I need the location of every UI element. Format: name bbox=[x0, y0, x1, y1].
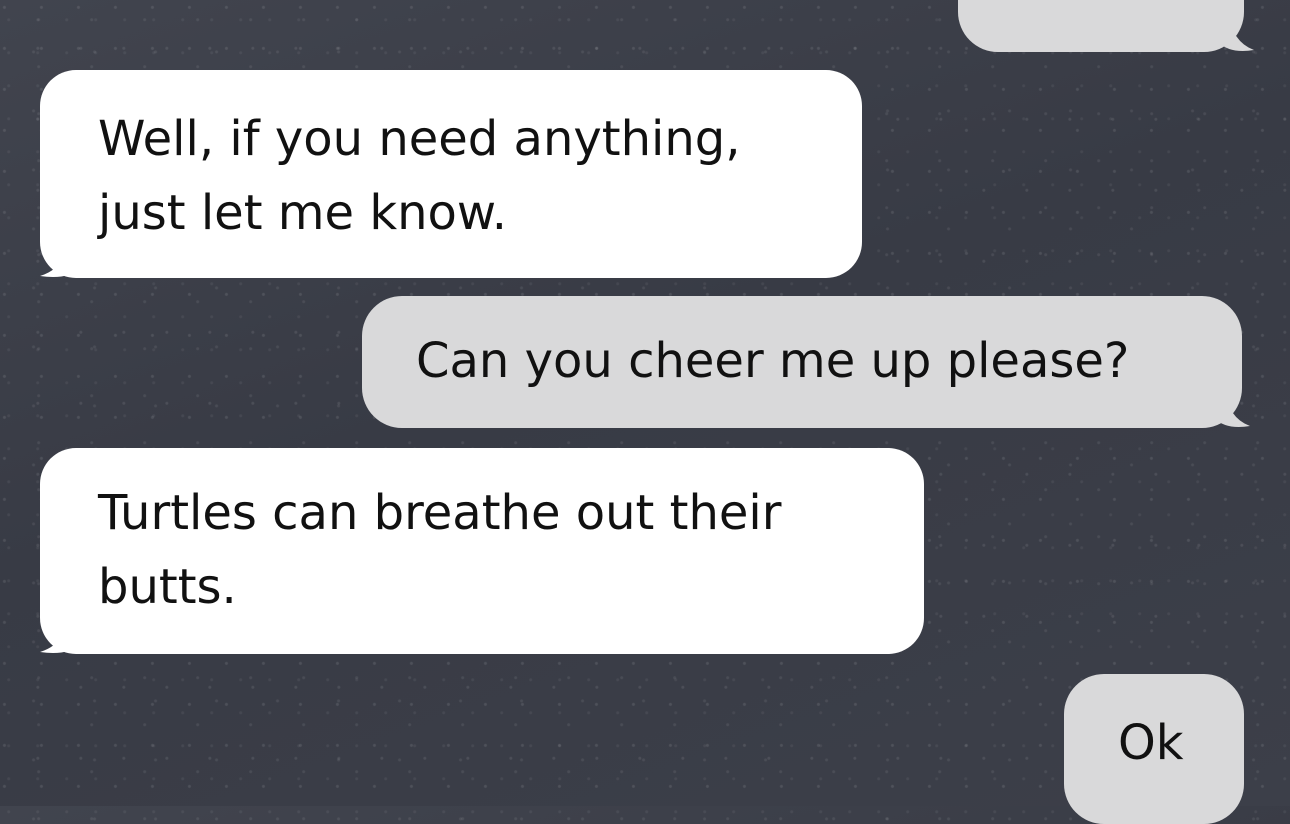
message-bubble-received[interactable]: Turtles can breathe out their butts. bbox=[40, 448, 924, 654]
bubble-tail bbox=[40, 614, 80, 653]
message-bubble-sent[interactable]: Ok bbox=[1064, 674, 1244, 824]
message-text: Can you cheer me up please? bbox=[416, 333, 1130, 389]
message-text: Well, if you need anything, just let me … bbox=[98, 111, 741, 241]
message-text: Turtles can breathe out their butts. bbox=[98, 485, 782, 615]
message-bubble-sent[interactable]: Can you cheer me up please? bbox=[362, 296, 1250, 428]
message-text: Ok bbox=[1118, 715, 1184, 771]
bubble-tail bbox=[1214, 388, 1250, 427]
message-bubble-sent-partial[interactable] bbox=[958, 0, 1254, 52]
bubble-tail bbox=[40, 238, 80, 277]
bubble-tail bbox=[1218, 12, 1254, 51]
message-bubble-received[interactable]: Well, if you need anything, just let me … bbox=[40, 70, 862, 278]
